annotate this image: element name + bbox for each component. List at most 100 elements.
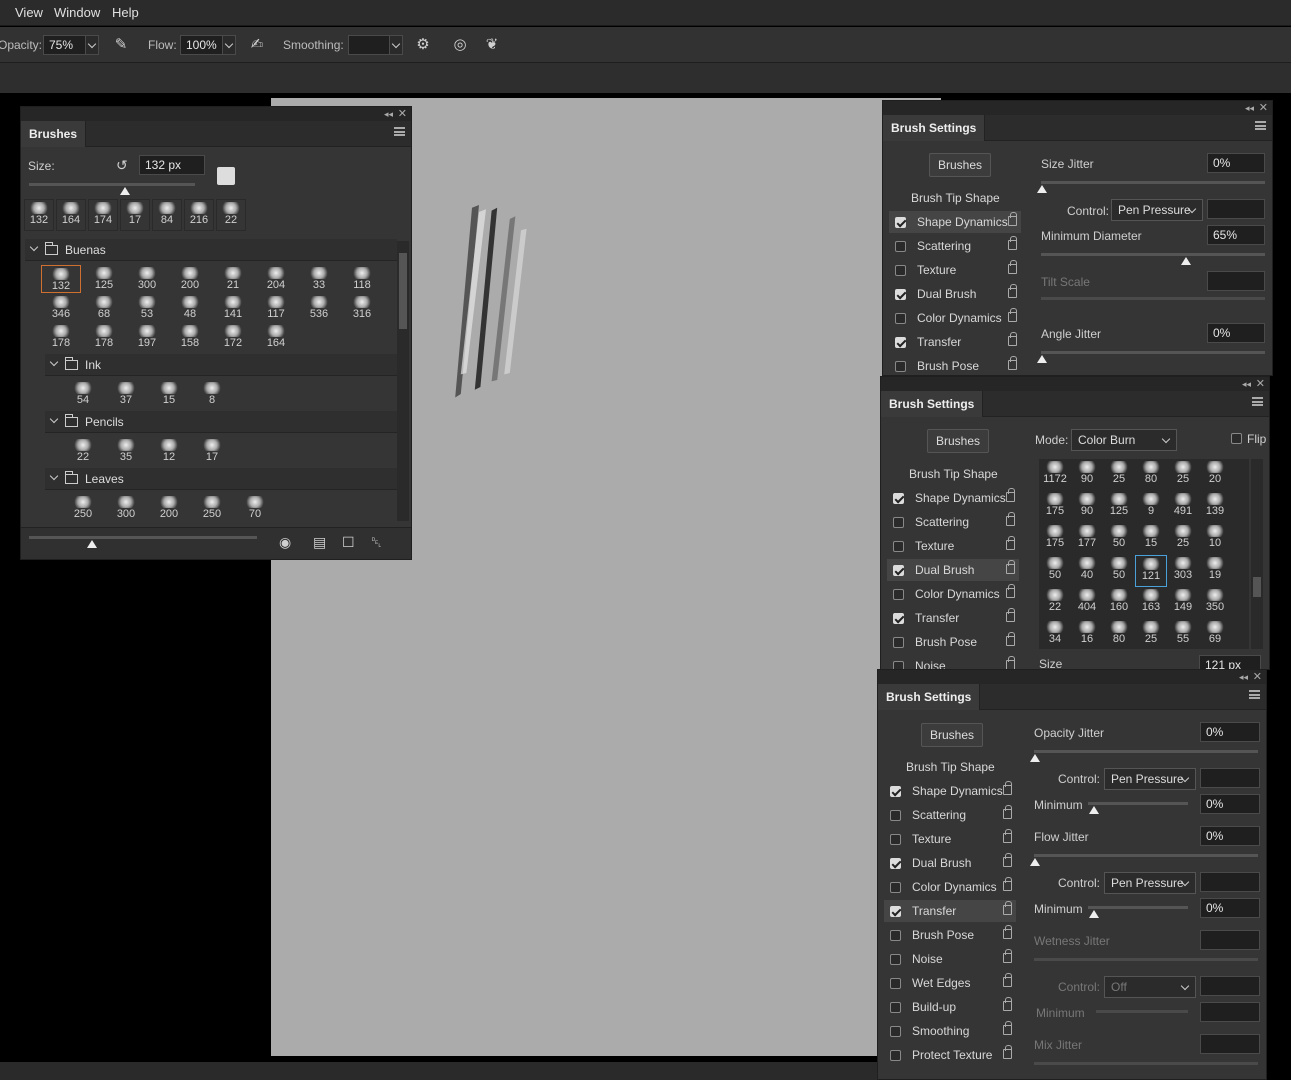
brush-preset[interactable]: 21	[213, 265, 253, 293]
brush-preset[interactable]: 346	[41, 294, 81, 322]
brush-tip[interactable]: 80	[1103, 619, 1135, 651]
checkbox[interactable]	[890, 882, 901, 893]
checkbox[interactable]	[890, 954, 901, 965]
brush-tip[interactable]: 491	[1167, 491, 1199, 523]
brush-preset[interactable]: 8	[192, 380, 232, 408]
recent-brush[interactable]: 174	[88, 199, 118, 231]
brush-preset[interactable]: 118	[342, 265, 382, 293]
brush-preset[interactable]: 250	[192, 494, 232, 522]
brush-preset[interactable]: 35	[106, 437, 146, 465]
brush-tip[interactable]: 175	[1039, 523, 1071, 555]
size-jitter-knob[interactable]	[1037, 185, 1047, 193]
brush-tip[interactable]: 125	[1103, 491, 1135, 523]
brush-tip[interactable]: 69	[1199, 619, 1231, 651]
brush-tip[interactable]: 149	[1167, 587, 1199, 619]
settings-list-item[interactable]: Texture	[887, 535, 1019, 557]
checkbox[interactable]	[893, 613, 904, 624]
opacity-dropdown[interactable]	[85, 35, 99, 55]
minimum-field-3[interactable]	[1200, 1002, 1260, 1022]
brush-tip[interactable]: 25	[1103, 459, 1135, 491]
symmetry-icon[interactable]: ❦	[482, 35, 502, 55]
flip-checkbox[interactable]	[1231, 433, 1242, 444]
min-diameter-field[interactable]: 65%	[1207, 225, 1265, 245]
settings-list-item[interactable]: Shape Dynamics	[889, 211, 1021, 233]
panel-menu-icon[interactable]	[394, 127, 405, 136]
brush-tip[interactable]: 9	[1135, 491, 1167, 523]
brush-preset[interactable]: 125	[84, 265, 124, 293]
control-select[interactable]: Pen Pressure	[1111, 199, 1203, 221]
brush-tip[interactable]: 22	[1039, 587, 1071, 619]
lock-icon[interactable]	[1003, 781, 1012, 795]
control-select-2[interactable]: Pen Pressure	[1104, 872, 1196, 894]
flow-dropdown[interactable]	[222, 35, 236, 55]
lock-icon[interactable]	[1008, 236, 1017, 250]
brush-tip[interactable]: 25	[1135, 619, 1167, 651]
lock-icon[interactable]	[1003, 1021, 1012, 1035]
brush-tip[interactable]: 50	[1039, 555, 1071, 587]
checkbox[interactable]	[895, 313, 906, 324]
brush-preset[interactable]: 300	[106, 494, 146, 522]
settings-list-item[interactable]: Texture	[884, 828, 1016, 850]
panel-menu-icon[interactable]	[1255, 121, 1266, 130]
lock-icon[interactable]	[1006, 584, 1015, 598]
mode-select[interactable]: Color Burn	[1071, 429, 1177, 451]
tab-brush-settings[interactable]: Brush Settings	[883, 115, 986, 141]
brush-preset[interactable]: 68	[84, 294, 124, 322]
minimum-knob-2[interactable]	[1089, 910, 1099, 918]
checkbox[interactable]	[895, 361, 906, 372]
lock-icon[interactable]	[1003, 925, 1012, 939]
min-diameter-knob[interactable]	[1181, 257, 1191, 265]
grid-scrollbar[interactable]	[1251, 459, 1263, 649]
settings-list-item[interactable]: Transfer	[889, 331, 1021, 353]
lock-icon[interactable]	[1006, 512, 1015, 526]
brush-tip[interactable]: 25	[1167, 459, 1199, 491]
chevron-down-icon[interactable]	[49, 357, 59, 367]
lock-icon[interactable]	[1003, 973, 1012, 987]
lock-icon[interactable]	[1003, 805, 1012, 819]
checkbox[interactable]	[890, 858, 901, 869]
new-brush-icon[interactable]: ☐	[342, 534, 355, 551]
checkbox[interactable]	[890, 1050, 901, 1061]
checkbox[interactable]	[893, 565, 904, 576]
minimum-field-2[interactable]: 0%	[1200, 898, 1260, 918]
recent-brush[interactable]: 132	[24, 199, 54, 231]
brush-preset[interactable]: 250	[63, 494, 103, 522]
settings-list-item[interactable]: Transfer	[884, 900, 1016, 922]
brush-tip[interactable]: 90	[1071, 491, 1103, 523]
pressure-opacity-icon[interactable]: ✍	[247, 35, 267, 55]
size-field[interactable]: 132 px	[139, 155, 205, 175]
close-icon[interactable]: ✕	[1259, 101, 1268, 115]
collapse-icon[interactable]: ◂◂	[1239, 670, 1248, 684]
chevron-down-icon[interactable]	[29, 242, 39, 252]
brush-tip[interactable]: 16	[1071, 619, 1103, 651]
settings-list-item[interactable]: Color Dynamics	[884, 876, 1016, 898]
menu-view[interactable]: View	[15, 5, 43, 20]
settings-list-item[interactable]: Shape Dynamics	[887, 487, 1019, 509]
brush-preset[interactable]: 158	[170, 323, 210, 351]
lock-icon[interactable]	[1008, 332, 1017, 346]
settings-list-item[interactable]: Scattering	[889, 235, 1021, 257]
brush-tip[interactable]: 25	[1167, 523, 1199, 555]
settings-list-item[interactable]: Brush Pose	[889, 355, 1021, 375]
checkbox[interactable]	[893, 589, 904, 600]
brush-tip[interactable]: 139	[1199, 491, 1231, 523]
brush-tip[interactable]: 404	[1071, 587, 1103, 619]
size-jitter-field[interactable]: 0%	[1207, 153, 1265, 173]
brush-tip[interactable]: 15	[1135, 523, 1167, 555]
recent-brush[interactable]: 216	[184, 199, 214, 231]
collapse-icon[interactable]: ◂◂	[384, 107, 393, 121]
checkbox[interactable]	[893, 637, 904, 648]
menu-help[interactable]: Help	[112, 5, 139, 20]
minimum-slider[interactable]	[1088, 802, 1188, 805]
brush-group-header[interactable]: Buenas	[25, 239, 397, 261]
settings-list-item[interactable]: Brush Pose	[887, 631, 1019, 653]
smoothing-dropdown[interactable]	[389, 35, 403, 55]
brush-tip[interactable]: 40	[1071, 555, 1103, 587]
brush-preset[interactable]: 141	[213, 294, 253, 322]
settings-list-item[interactable]: Texture	[889, 259, 1021, 281]
chevron-down-icon[interactable]	[49, 414, 59, 424]
brush-preset[interactable]: 117	[256, 294, 296, 322]
brush-preset[interactable]: 178	[41, 323, 81, 351]
lock-icon[interactable]	[1003, 877, 1012, 891]
lock-icon[interactable]	[1006, 536, 1015, 550]
